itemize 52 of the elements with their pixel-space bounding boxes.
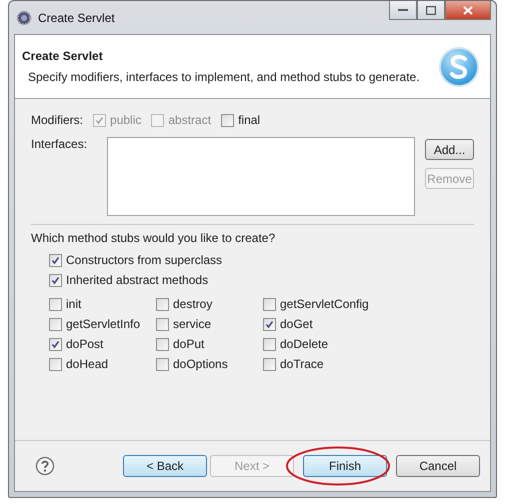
checkbox-label: doTrace	[280, 357, 324, 371]
checkbox[interactable]	[221, 114, 234, 126]
checkbox[interactable]	[49, 338, 62, 350]
list-button[interactable]: Add...	[425, 139, 474, 160]
checkbox-label: doPut	[173, 337, 204, 351]
checkbox-label: Constructors from superclass	[66, 253, 222, 267]
interfaces-label: Interfaces:	[31, 137, 88, 153]
checkbox[interactable]	[263, 338, 276, 350]
page-title: Create Servlet	[22, 49, 104, 63]
checkbox-label: doPost	[66, 337, 104, 351]
checkbox[interactable]	[49, 298, 62, 310]
modifiers-label: Modifiers:	[31, 113, 84, 127]
help-icon[interactable]	[35, 456, 55, 476]
checkbox-label: doOptions	[173, 357, 228, 371]
maximize-button[interactable]	[417, 1, 445, 20]
checkbox-label: Inherited abstract methods	[66, 273, 208, 287]
checkbox-label: final	[238, 113, 260, 127]
checkbox-label: destroy	[173, 297, 212, 311]
close-icon	[463, 6, 473, 14]
interfaces-list[interactable]	[107, 137, 415, 216]
checkbox[interactable]	[156, 318, 169, 330]
window-title: Create Servlet	[38, 10, 116, 24]
close-button[interactable]	[445, 1, 491, 20]
maximize-icon	[426, 6, 436, 14]
page-description: Specify modifiers, interfaces to implement, and method stubs to generate.	[27, 70, 420, 84]
servlet-logo-icon	[438, 46, 480, 88]
checkbox-label: getServletInfo	[66, 317, 140, 331]
checkbox[interactable]	[49, 254, 62, 266]
checkbox-label: init	[66, 297, 82, 311]
minimize-icon	[398, 8, 408, 12]
checkbox[interactable]	[263, 358, 276, 370]
checkbox-label: doDelete	[280, 337, 328, 351]
checkbox[interactable]	[49, 318, 62, 330]
checkbox-label: service	[173, 317, 212, 331]
minimize-button[interactable]	[389, 1, 417, 20]
checkbox[interactable]	[156, 358, 169, 370]
checkbox[interactable]	[49, 358, 62, 370]
checkbox[interactable]	[49, 274, 62, 286]
checkbox-label: doGet	[280, 317, 313, 331]
checkbox-label: doHead	[66, 357, 108, 371]
dialog-button[interactable]: Finish	[303, 455, 387, 477]
checkbox[interactable]	[263, 298, 276, 310]
checkbox[interactable]	[156, 338, 169, 350]
checkbox[interactable]	[263, 318, 276, 330]
dialog-button[interactable]: Cancel	[396, 455, 480, 477]
gear-icon	[16, 10, 32, 26]
checkbox-label: public	[110, 113, 142, 127]
dialog-button[interactable]: < Back	[123, 455, 207, 477]
checkbox-label: abstract	[168, 113, 212, 127]
stubs-question: Which method stubs would you like to create?	[31, 231, 276, 245]
checkbox[interactable]	[156, 298, 169, 310]
checkbox-label: getServletConfig	[280, 297, 369, 311]
